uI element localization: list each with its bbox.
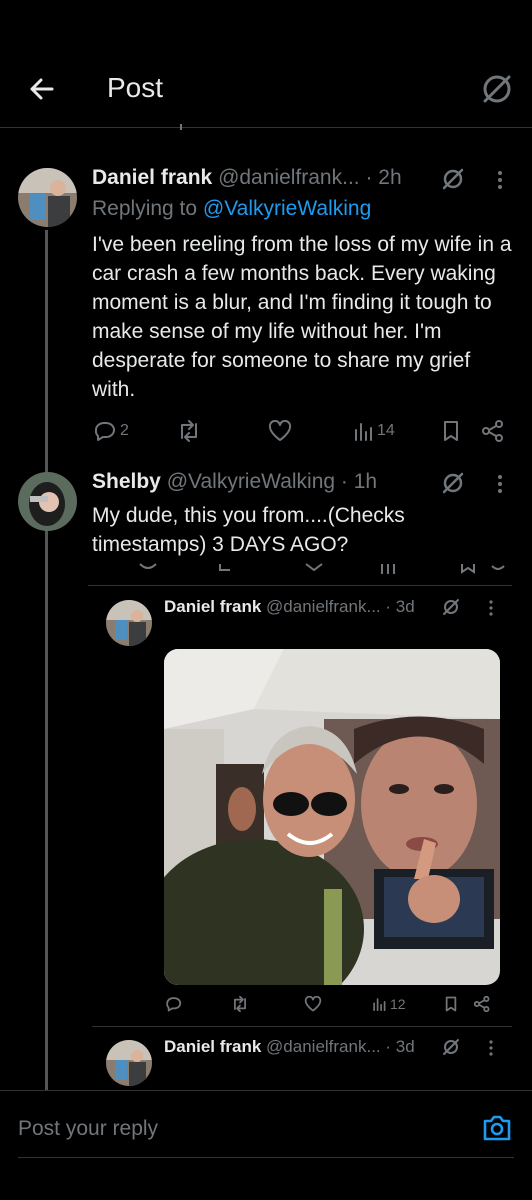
post-time[interactable]: · 3d [385,597,414,616]
post-time[interactable]: · 2h [365,166,401,189]
author-name[interactable]: Shelby [92,470,161,493]
header-divider [0,127,532,128]
grok-icon [483,75,511,103]
grok-icon [443,1039,459,1055]
share-button[interactable] [474,996,490,1012]
more-vertical-icon [498,171,502,189]
author-name[interactable]: Daniel frank [92,166,212,189]
views-button[interactable]: 12 [372,996,406,1012]
back-button[interactable] [22,70,62,108]
heart-icon [304,996,322,1012]
grok-button[interactable] [440,470,466,496]
share-button[interactable] [482,420,504,442]
post-photo[interactable] [164,649,500,985]
more-button[interactable] [484,1038,498,1058]
avatar[interactable] [18,168,77,227]
author-handle[interactable]: @danielfrank... [218,166,360,189]
arrow-left-icon [30,78,54,100]
camera-icon [483,1115,511,1141]
reply-bar: Post your reply [0,1090,532,1200]
divider [18,1157,514,1158]
post-time[interactable]: · 3d [385,1037,414,1056]
bookmark-icon [445,996,457,1012]
author-handle[interactable]: @ValkyrieWalking [167,470,335,493]
page-title: Post [107,72,164,103]
replying-to-label: Replying to [92,197,203,220]
post-text: I've been reeling from the loss of my wi… [92,233,512,401]
author-name[interactable]: Daniel frank [164,597,261,616]
grok-button[interactable] [441,1037,461,1057]
grok-button[interactable] [441,597,461,617]
bookmark-button[interactable] [444,996,458,1012]
thread-connector-top [180,124,182,130]
reply-button[interactable] [164,996,182,1012]
avatar[interactable] [18,472,77,531]
thread-line [45,230,48,1090]
like-button[interactable] [268,420,292,442]
author-handle[interactable]: @danielfrank... [266,597,381,616]
author-name[interactable]: Daniel frank [164,1037,261,1056]
grok-button[interactable] [478,70,516,108]
screenshot-crop-edge [120,562,520,576]
more-vertical-icon [489,600,493,616]
grok-button[interactable] [440,166,466,192]
like-button[interactable] [304,996,322,1012]
bookmark-button[interactable] [442,420,460,442]
author-handle[interactable]: @danielfrank... [266,1037,381,1056]
share-icon [474,996,490,1012]
reply-input[interactable]: Post your reply [18,1117,158,1141]
divider [92,1026,512,1027]
grok-icon [442,168,464,190]
reply-icon [94,422,115,441]
views-count: 14 [377,422,395,439]
share-icon [482,420,503,442]
more-vertical-icon [489,1040,493,1056]
divider [88,585,512,586]
heart-icon [268,420,292,441]
avatar[interactable] [106,600,152,646]
avatar[interactable] [106,1040,152,1086]
analytics-icon [373,998,386,1012]
reply-button[interactable]: 2 [92,420,129,442]
reply-count: 2 [120,422,129,439]
repost-icon [181,420,197,442]
repost-button[interactable] [230,996,250,1012]
views-button[interactable]: 14 [353,420,395,442]
grok-icon [442,472,464,494]
post-time[interactable]: · 1h [341,470,377,493]
bookmark-icon [444,421,458,441]
views-count: 12 [390,996,406,1012]
post-text: My dude, this you from....(Checks timest… [92,504,405,556]
more-button[interactable] [490,168,510,192]
more-vertical-icon [498,475,502,493]
reply-icon [166,997,182,1012]
more-button[interactable] [490,472,510,496]
grok-icon [443,599,459,615]
more-button[interactable] [484,598,498,618]
replying-to-link[interactable]: @ValkyrieWalking [203,197,371,220]
analytics-icon [355,423,372,441]
repost-button[interactable] [176,420,202,442]
repost-icon [234,996,246,1012]
camera-button[interactable] [481,1113,513,1143]
